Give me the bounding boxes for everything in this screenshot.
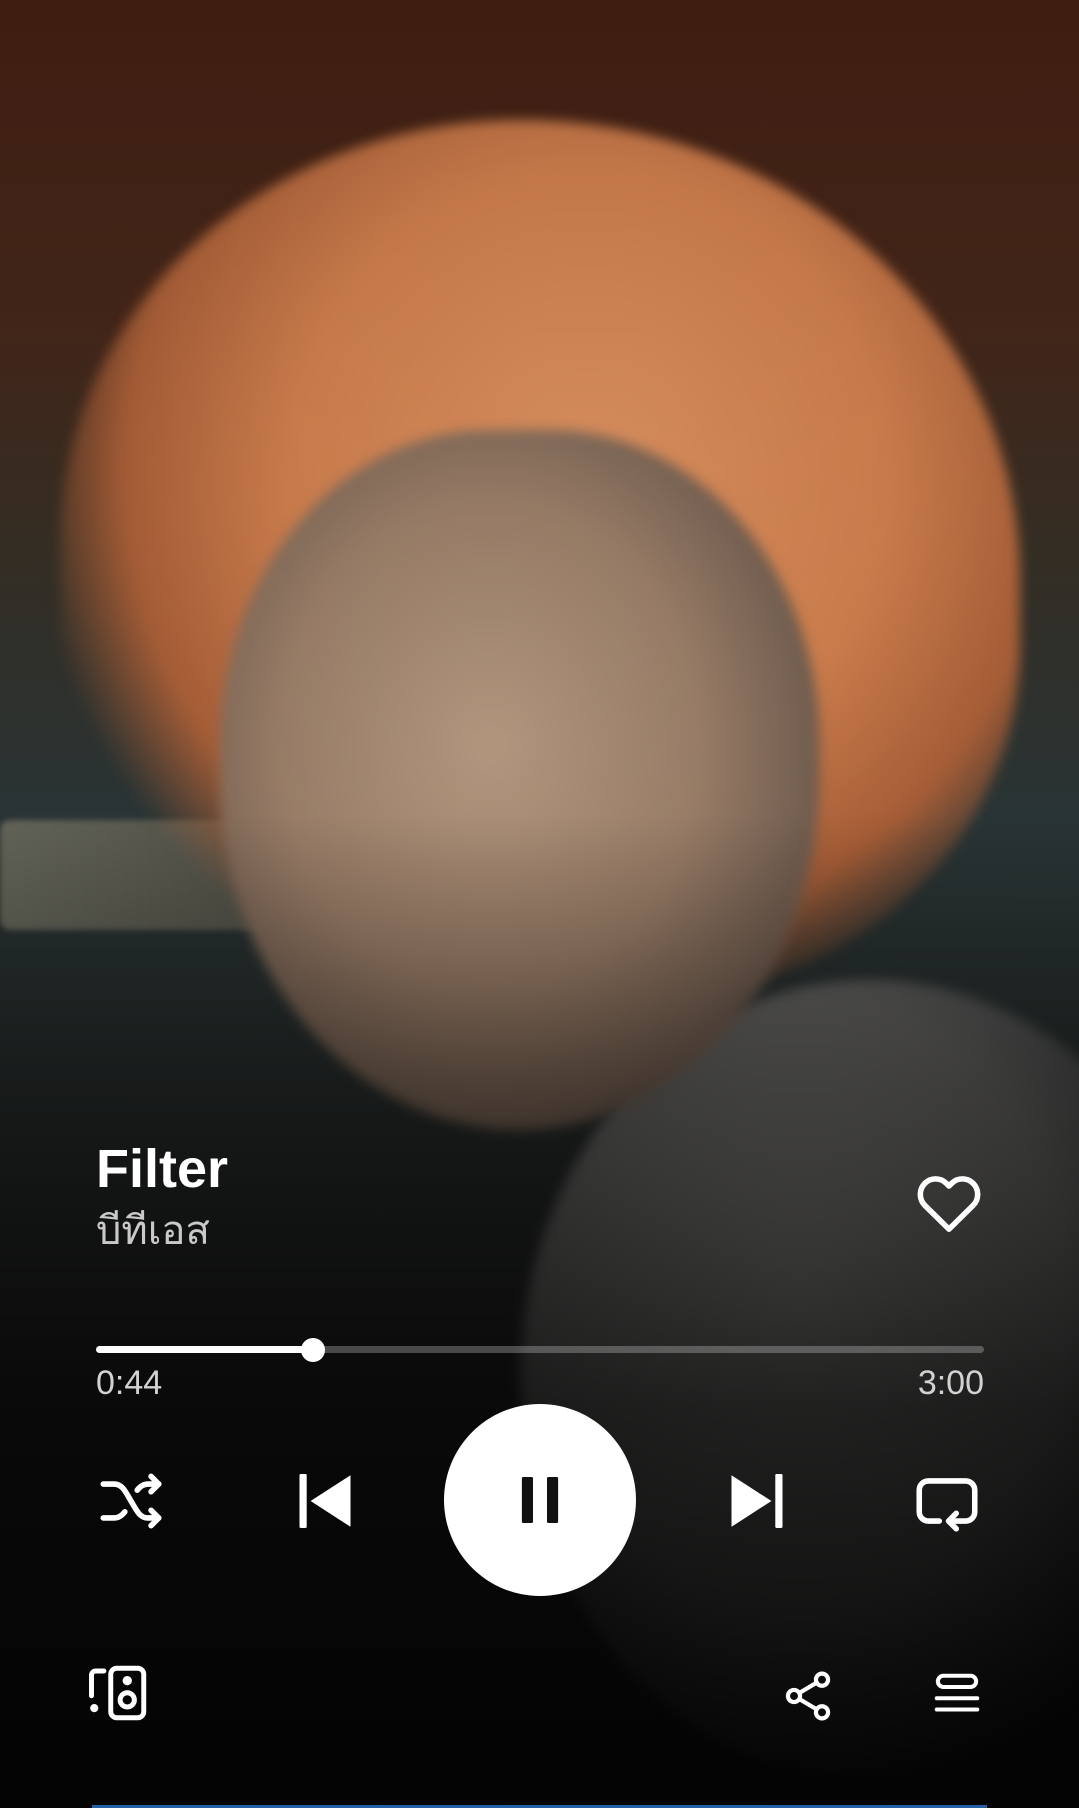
total-duration: 3:00 [917,1364,984,1402]
play-pause-button[interactable] [444,1404,636,1596]
skip-next-icon [731,1474,783,1528]
connect-devices-button[interactable] [84,1658,154,1728]
shuffle-button[interactable] [92,1462,170,1540]
heart-outline-icon [917,1176,981,1232]
seek-bar[interactable] [96,1338,984,1362]
next-button[interactable] [712,1456,802,1546]
like-button[interactable] [912,1166,986,1240]
share-icon [785,1671,831,1721]
repeat-icon [916,1478,978,1532]
queue-button[interactable] [926,1662,988,1730]
now-playing-screen: Filter บีทีเอส 0:44 3:00 [0,0,1079,1808]
seek-bar-fill [96,1346,313,1353]
skip-previous-icon [299,1474,351,1528]
seek-bar-thumb[interactable] [300,1338,325,1362]
elapsed-time: 0:44 [96,1364,163,1402]
track-info: Filter บีทีเอส [96,1138,228,1260]
shuffle-icon [100,1473,162,1529]
queue-icon [934,1673,980,1712]
previous-button[interactable] [280,1456,370,1546]
pause-icon [521,1477,559,1523]
artist-name[interactable]: บีทีเอส [96,1202,228,1260]
song-title[interactable]: Filter [96,1138,228,1200]
devices-icon [89,1665,147,1721]
share-button[interactable] [774,1662,842,1730]
repeat-button[interactable] [908,1462,986,1540]
